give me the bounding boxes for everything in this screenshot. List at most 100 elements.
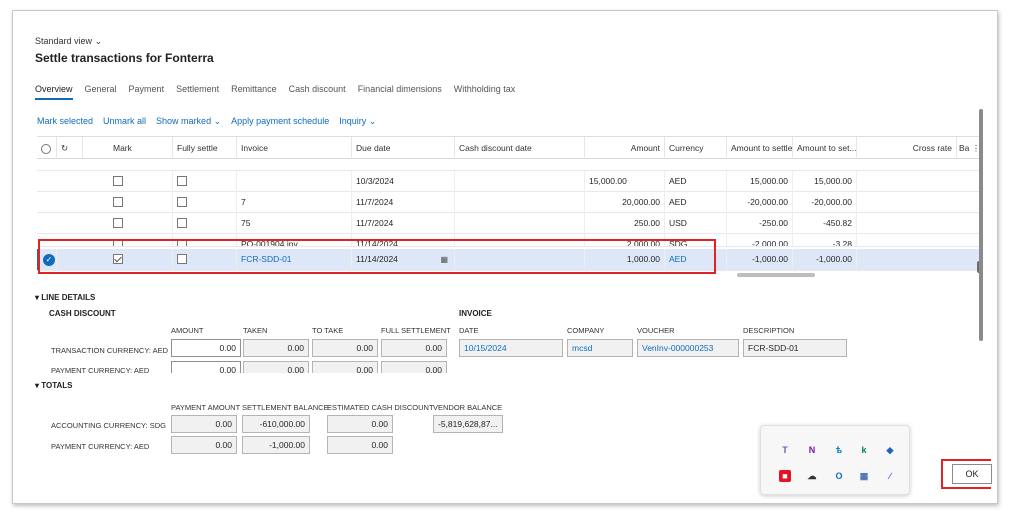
amount-to-set-cell: -1,000.00 bbox=[793, 249, 857, 270]
line-details-heading[interactable]: ▾ LINE DETAILS bbox=[35, 293, 95, 302]
col-invoice[interactable]: Invoice bbox=[237, 137, 352, 159]
currency-link[interactable]: AED bbox=[665, 249, 727, 270]
col-mark[interactable]: Mark bbox=[109, 137, 173, 159]
amount-cell: 1,000.00 bbox=[585, 249, 665, 270]
inquiry-label: Inquiry bbox=[339, 116, 367, 126]
invoice-date-header: DATE bbox=[459, 326, 479, 335]
col-ba-label: Ba bbox=[959, 143, 970, 153]
amount-col-header: AMOUNT bbox=[171, 326, 204, 335]
due-date-cell: 11/7/2024 bbox=[352, 213, 455, 234]
payment-amount-header: PAYMENT AMOUNT bbox=[171, 403, 241, 412]
col-amount-to-set[interactable]: Amount to set... bbox=[793, 137, 857, 159]
company-field[interactable]: mcsd bbox=[567, 339, 633, 357]
grid-header: ↻ Mark Fully settle Invoice Due date Cas… bbox=[37, 137, 981, 159]
currency-cell: AED bbox=[665, 192, 727, 213]
refresh-icon[interactable]: ↻ bbox=[57, 137, 83, 159]
voucher-header: VOUCHER bbox=[637, 326, 675, 335]
cash-discount-amount-field[interactable]: 0.00 bbox=[171, 339, 241, 357]
fully-settle-checkbox[interactable] bbox=[173, 234, 237, 246]
col-cash-discount-date[interactable]: Cash discount date bbox=[455, 137, 585, 159]
mark-checkbox[interactable] bbox=[109, 171, 173, 192]
col-fully-settle[interactable]: Fully settle bbox=[173, 137, 237, 159]
record-icon[interactable]: ■ bbox=[779, 470, 791, 482]
show-marked-button[interactable]: Show marked ⌄ bbox=[156, 116, 221, 127]
table-row-selected[interactable]: ✓ FCR-SDD-01 11/14/2024 ▦ 1,000.00 AED -1… bbox=[37, 249, 981, 271]
col-ba[interactable]: Ba ⋮ bbox=[957, 137, 981, 159]
payment-amount-field[interactable]: 0.00 bbox=[171, 361, 241, 373]
col-amount-to-settle[interactable]: Amount to settle bbox=[727, 137, 793, 159]
mark-checkbox[interactable] bbox=[109, 234, 173, 246]
kaspersky-icon[interactable]: k bbox=[858, 444, 870, 456]
tab-general[interactable]: General bbox=[85, 84, 117, 100]
tab-settlement[interactable]: Settlement bbox=[176, 84, 219, 100]
mark-checkbox[interactable] bbox=[109, 249, 173, 270]
table-row[interactable]: 7 11/7/2024 20,000.00 AED -20,000.00 -20… bbox=[37, 192, 981, 213]
invoice-cell: 75 bbox=[237, 213, 352, 234]
tab-payment[interactable]: Payment bbox=[129, 84, 165, 100]
col-amount[interactable]: Amount bbox=[585, 137, 665, 159]
invoice-date-field: 10/15/2024 bbox=[459, 339, 563, 357]
bluetooth-icon[interactable]: ѣ bbox=[833, 444, 845, 456]
mark-checkbox[interactable] bbox=[109, 192, 173, 213]
shield-icon[interactable]: ◆ bbox=[884, 444, 896, 456]
tab-overview[interactable]: Overview bbox=[35, 84, 73, 100]
select-all-radio[interactable] bbox=[37, 137, 57, 159]
cloud-icon[interactable]: ☁ bbox=[806, 470, 818, 482]
table-row[interactable] bbox=[37, 160, 981, 171]
table-row[interactable]: 10/3/2024 15,000.00 AED 15,000.00 15,000… bbox=[37, 171, 981, 192]
fully-settle-checkbox[interactable] bbox=[173, 213, 237, 234]
currency-cell: SDG bbox=[665, 234, 727, 246]
voucher-link[interactable]: VenInv-000000253 bbox=[642, 343, 713, 353]
inquiry-button[interactable]: Inquiry ⌄ bbox=[339, 116, 376, 127]
cash-discount-date-cell bbox=[455, 234, 585, 246]
tab-withholding-tax[interactable]: Withholding tax bbox=[454, 84, 516, 100]
fully-settle-checkbox[interactable] bbox=[173, 171, 237, 192]
company-link[interactable]: mcsd bbox=[572, 343, 592, 353]
due-date-cell[interactable]: 11/14/2024 ▦ bbox=[352, 249, 455, 270]
cash-discount-taken-field: 0.00 bbox=[243, 339, 309, 357]
total-settlement-balance-field: -610,000.00 bbox=[242, 415, 310, 433]
tab-remittance[interactable]: Remittance bbox=[231, 84, 277, 100]
tab-financial-dimensions[interactable]: Financial dimensions bbox=[358, 84, 442, 100]
amount-to-set-cell: -3.28 bbox=[793, 234, 857, 246]
tab-cash-discount[interactable]: Cash discount bbox=[289, 84, 346, 100]
totals-payment-currency-label: PAYMENT CURRENCY: AED bbox=[51, 442, 150, 451]
payment-estimated-discount-field: 0.00 bbox=[327, 436, 393, 454]
unmark-all-button[interactable]: Unmark all bbox=[103, 116, 146, 127]
due-date-cell: 10/3/2024 bbox=[352, 171, 455, 192]
row-selected-indicator[interactable]: ✓ bbox=[37, 249, 57, 270]
calendar-icon[interactable]: ▦ bbox=[440, 249, 448, 270]
ok-button[interactable]: OK bbox=[952, 464, 992, 484]
grid-horizontal-scrollbar[interactable] bbox=[737, 273, 815, 277]
taken-col-header: TAKEN bbox=[243, 326, 268, 335]
totals-heading[interactable]: ▾ TOTALS bbox=[35, 381, 73, 390]
outlook-icon[interactable]: O bbox=[833, 470, 845, 482]
col-currency[interactable]: Currency bbox=[665, 137, 727, 159]
mark-checkbox[interactable] bbox=[109, 213, 173, 234]
table-row[interactable]: 75 11/7/2024 250.00 USD -250.00 -450.82 bbox=[37, 213, 981, 234]
fully-settle-checkbox[interactable] bbox=[173, 192, 237, 213]
payment-settlement-balance-field: -1,000.00 bbox=[242, 436, 310, 454]
table-row[interactable]: PO-001904 inv 11/14/2024 2,000.00 SDG -2… bbox=[37, 234, 981, 247]
voucher-field[interactable]: VenInv-000000253 bbox=[637, 339, 739, 357]
pen-icon[interactable]: ∕ bbox=[884, 470, 896, 482]
standard-view-selector[interactable]: Standard view ⌄ bbox=[35, 36, 102, 47]
col-cross-rate[interactable]: Cross rate bbox=[857, 137, 957, 159]
teams-icon[interactable]: T bbox=[779, 444, 791, 456]
dialog-vertical-scrollbar[interactable] bbox=[979, 109, 983, 341]
currency-cell: AED bbox=[665, 171, 727, 192]
view-label: Standard view bbox=[35, 36, 93, 46]
payment-to-take-field: 0.00 bbox=[312, 361, 378, 373]
mark-selected-button[interactable]: Mark selected bbox=[37, 116, 93, 127]
amount-cell: 15,000.00 bbox=[585, 171, 665, 192]
onenote-icon[interactable]: N bbox=[806, 444, 818, 456]
action-bar: Mark selected Unmark all Show marked ⌄ A… bbox=[37, 116, 376, 127]
invoice-link[interactable]: FCR-SDD-01 bbox=[237, 249, 352, 270]
collapse-triangle-icon: ▾ bbox=[35, 293, 40, 302]
apply-payment-schedule-button[interactable]: Apply payment schedule bbox=[231, 116, 329, 127]
col-due-date[interactable]: Due date bbox=[352, 137, 455, 159]
to-take-col-header: TO TAKE bbox=[312, 326, 344, 335]
grid-app-icon[interactable]: ▦ bbox=[858, 470, 870, 482]
fully-settle-checkbox[interactable] bbox=[173, 249, 237, 270]
amount-to-settle-cell: -20,000.00 bbox=[727, 192, 793, 213]
